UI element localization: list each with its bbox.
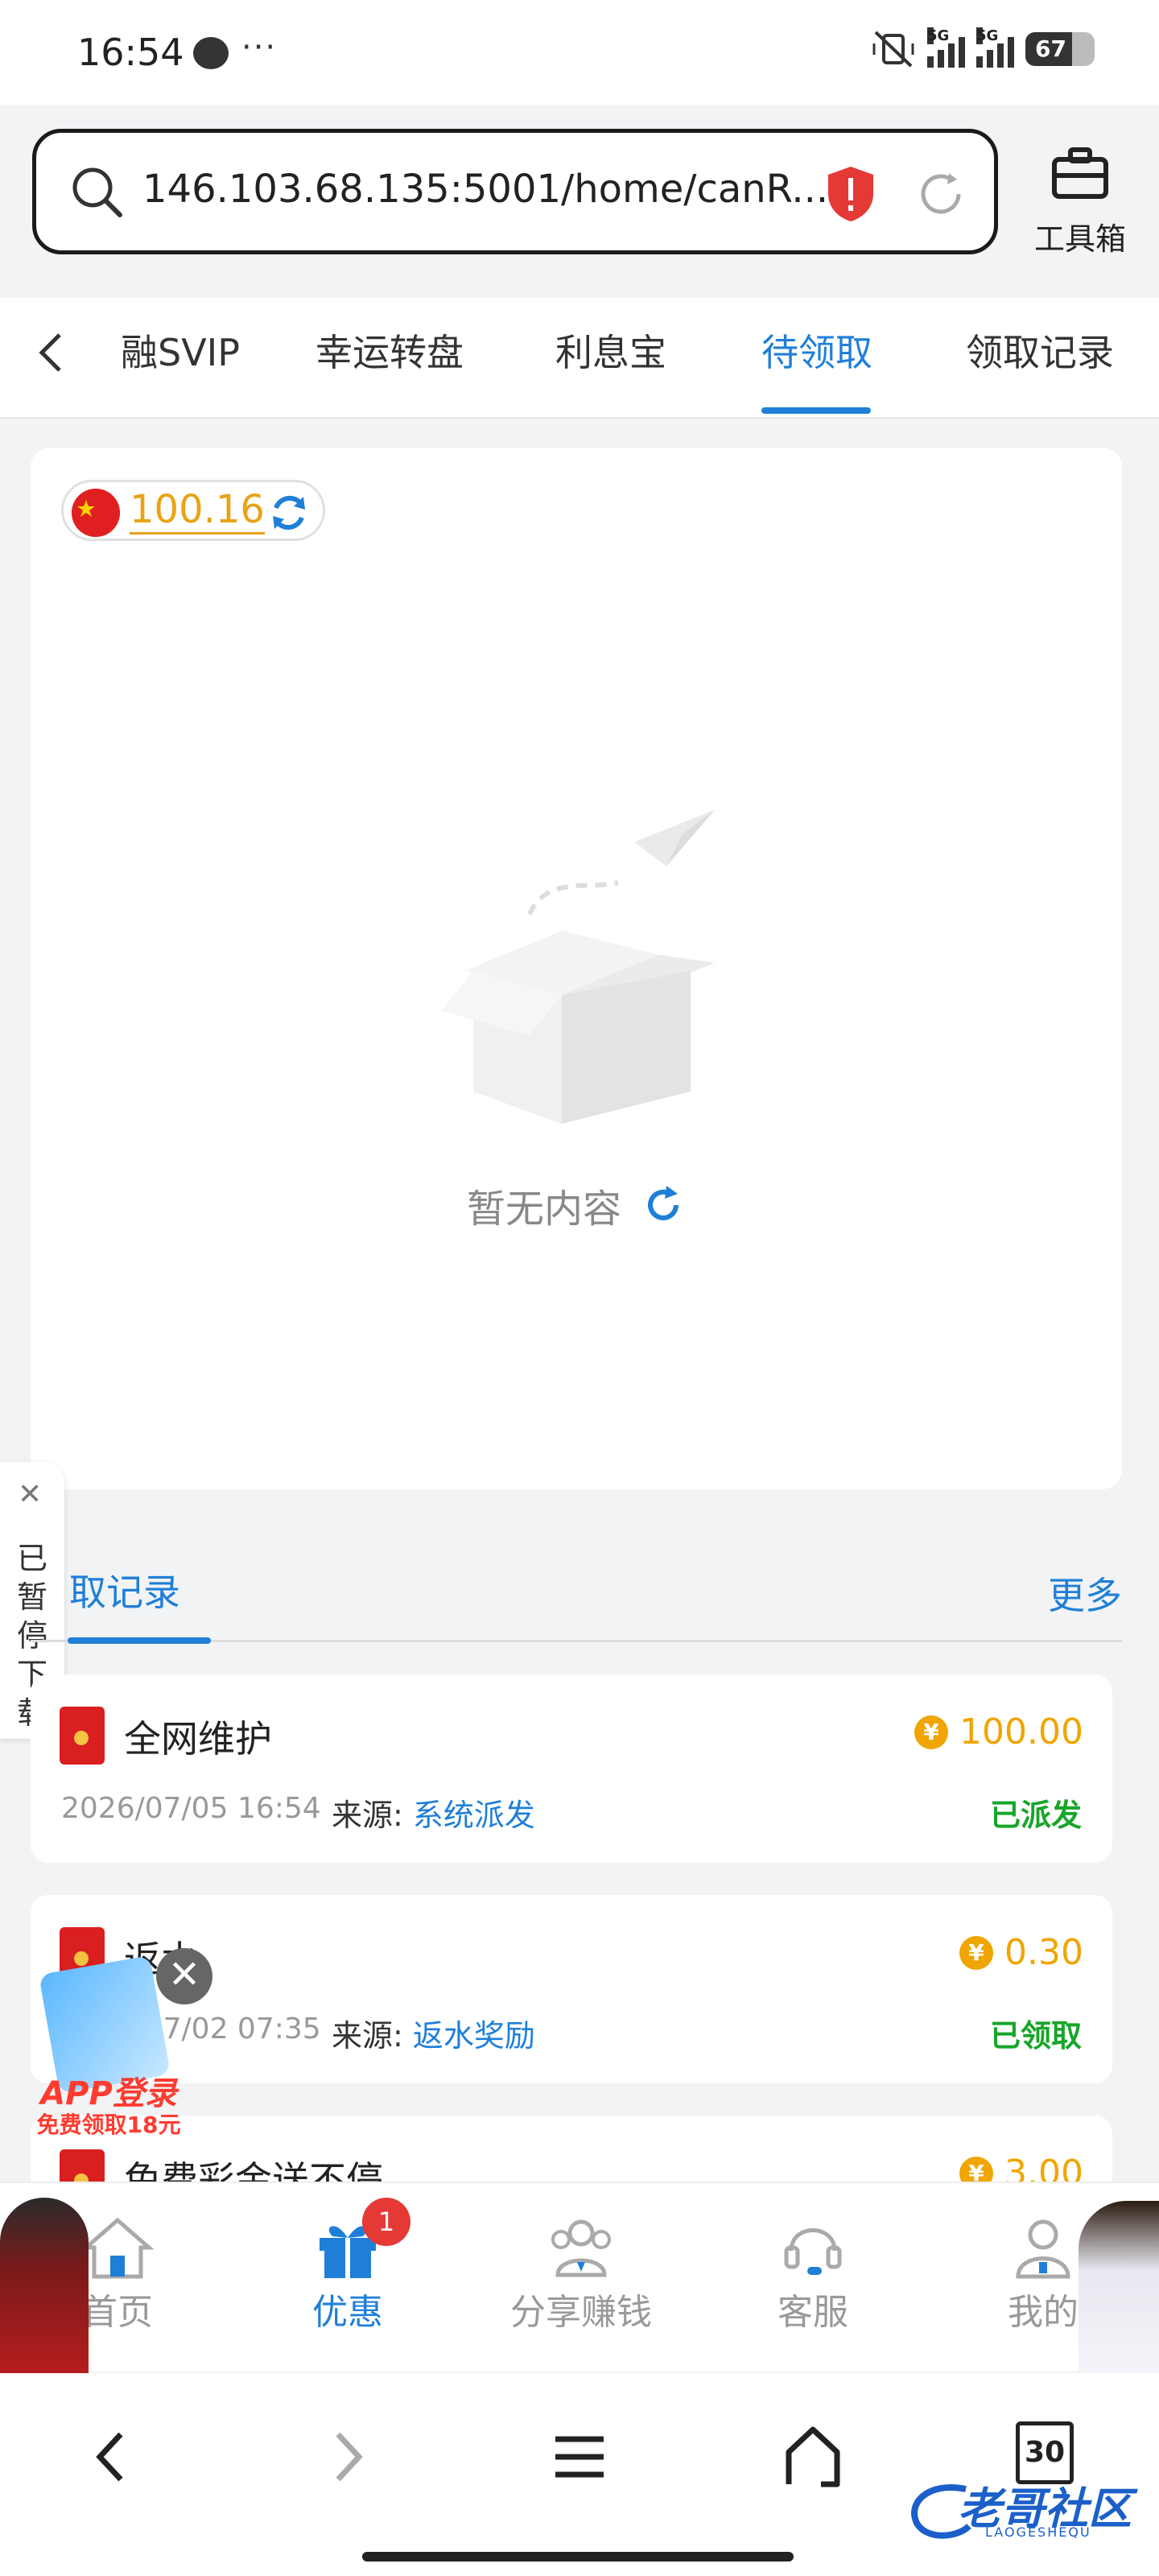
toolbox-icon	[1052, 147, 1108, 199]
tab-interest[interactable]: 利息宝	[555, 324, 666, 377]
record-amount: ¥ 0.30	[959, 1932, 1083, 1973]
promo-tabs: 融SVIP 幸运转盘 利息宝 待领取 领取记录	[0, 298, 1159, 419]
app-bottom-nav: 首页 优惠 1 分享赚钱 客服 我的	[0, 2182, 1159, 2372]
records-tab-indicator	[68, 1637, 211, 1644]
record-title: 全网维护	[124, 1717, 272, 1761]
security-warning-icon[interactable]	[825, 165, 876, 223]
vibrate-off-icon	[872, 31, 914, 68]
record-amount-value: 0.30	[1004, 1932, 1083, 1973]
record-source-value: 系统派发	[412, 1798, 535, 1833]
record-status: 已派发	[989, 1798, 1082, 1833]
back-icon[interactable]	[72, 2417, 153, 2497]
record-source: 来源: 返水奖励	[332, 2011, 535, 2055]
more-notifications-icon: ···	[241, 29, 278, 66]
tab-active-indicator	[761, 407, 871, 414]
signal-icon-2: 5G	[976, 27, 1014, 68]
headset-icon	[784, 2228, 842, 2275]
share-people-icon	[551, 2219, 611, 2277]
red-envelope-icon	[60, 1707, 105, 1765]
record-date: 2026/07/05 16:54	[61, 1792, 321, 1825]
nav-promotions-label: 优惠	[312, 2292, 383, 2333]
balance-value: 100.16	[130, 487, 265, 535]
tab-lucky-wheel[interactable]: 幸运转盘	[316, 324, 464, 377]
empty-box-illustration	[441, 810, 715, 1124]
balance-pill: 100.16	[61, 480, 325, 541]
home-icon	[81, 2217, 154, 2279]
yuan-coin-icon: ¥	[959, 1935, 994, 1970]
battery-icon: 67	[1025, 32, 1095, 66]
url-text[interactable]: 146.103.68.135:5001/home/canR...	[142, 167, 828, 212]
empty-state: 暂无内容	[31, 1177, 1122, 1233]
menu-icon[interactable]	[539, 2417, 620, 2497]
toolbox-button[interactable]: 工具箱	[1024, 137, 1136, 258]
nav-promotions[interactable]: 优惠 1	[259, 2198, 436, 2334]
empty-state-text: 暂无内容	[466, 1187, 621, 1232]
nav-customer-service-label: 客服	[777, 2292, 848, 2333]
record-source-label: 来源:	[332, 1798, 403, 1833]
toolbox-label: 工具箱	[1033, 221, 1126, 257]
tab-svip[interactable]: 融SVIP	[121, 324, 240, 377]
watermark-subtext: LAOGESHEQU	[985, 2524, 1091, 2540]
signal-1-label: 5G	[927, 27, 950, 44]
nav-share-earn[interactable]: 分享赚钱	[493, 2215, 670, 2334]
records-header: 取记录 更多	[31, 1533, 1122, 1644]
yuan-coin-icon: ¥	[914, 1715, 949, 1749]
address-bar[interactable]: 146.103.68.135:5001/home/canR...	[32, 129, 998, 254]
close-icon[interactable]: ✕	[18, 1478, 42, 1511]
forward-icon[interactable]	[306, 2417, 386, 2497]
notification-badge: 1	[362, 2198, 410, 2246]
watermark-logo: 老哥社区 LAOGESHEQU	[901, 2473, 1159, 2545]
record-source-value: 返水奖励	[412, 2018, 535, 2054]
home-icon[interactable]	[773, 2417, 853, 2497]
record-status: 已领取	[989, 2018, 1082, 2054]
home-indicator[interactable]	[362, 2552, 794, 2562]
close-promo-button[interactable]: ✕	[156, 1948, 212, 2004]
promo-subtitle: 免费领取18元	[36, 2112, 181, 2138]
more-link[interactable]: 更多	[1048, 1567, 1122, 1620]
signal-icon-1: 5G	[927, 27, 965, 68]
user-icon	[1016, 2219, 1070, 2279]
app-login-promo[interactable]: APP登录 免费领取18元 ✕	[16, 1948, 212, 2141]
decorative-player-image	[0, 2198, 89, 2375]
tab-pending[interactable]: 待领取	[761, 324, 872, 377]
pending-card: 100.16 暂无内容	[31, 448, 1122, 1489]
record-source-label: 来源:	[332, 2018, 403, 2054]
record-amount-value: 100.00	[959, 1711, 1083, 1752]
record-source: 来源: 系统派发	[332, 1790, 535, 1835]
chat-notification-icon	[193, 37, 229, 69]
tab-records[interactable]: 领取记录	[966, 324, 1114, 377]
status-time: 16:54	[77, 31, 184, 74]
status-bar: 16:54 ··· 5G 5G 67	[0, 0, 1159, 105]
china-flag-icon	[72, 489, 120, 537]
nav-customer-service[interactable]: 客服	[724, 2215, 901, 2334]
refresh-icon[interactable]	[641, 1183, 686, 1228]
records-title[interactable]: 取记录	[69, 1563, 180, 1616]
record-item[interactable]: 全网维护 ¥ 100.00 2026/07/05 16:54 来源: 系统派发 …	[31, 1674, 1112, 1863]
status-indicators: 5G 5G 67	[871, 27, 1095, 69]
chevron-left-icon[interactable]	[27, 324, 76, 382]
decorative-player-image	[1079, 2201, 1159, 2375]
nav-share-earn-label: 分享赚钱	[510, 2292, 652, 2333]
refresh-balance-icon[interactable]	[265, 489, 313, 537]
battery-level: 67	[1035, 35, 1066, 62]
signal-2-label: 5G	[976, 27, 999, 44]
search-icon	[72, 167, 122, 217]
reload-icon[interactable]	[914, 167, 968, 221]
record-amount: ¥ 100.00	[914, 1711, 1083, 1752]
